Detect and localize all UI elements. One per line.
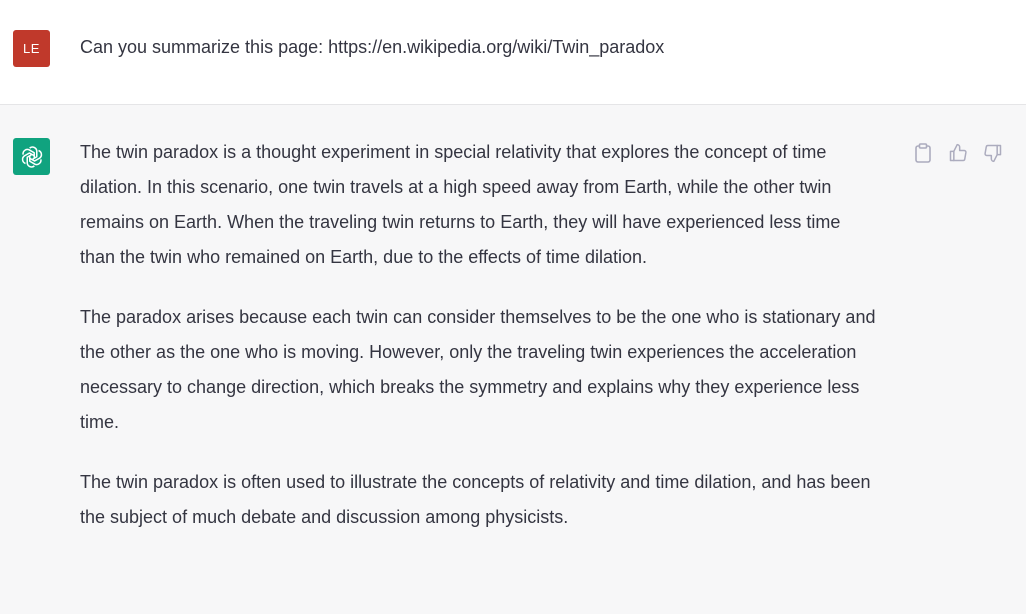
- copy-button[interactable]: [911, 141, 934, 164]
- user-message-row: LE Can you summarize this page: https://…: [0, 0, 1026, 105]
- openai-logo-icon: [13, 138, 50, 175]
- assistant-paragraph: The paradox arises because each twin can…: [80, 307, 876, 432]
- user-avatar: LE: [13, 30, 50, 67]
- message-actions: [911, 141, 1004, 164]
- thumbs-up-icon: [949, 143, 967, 161]
- assistant-paragraph: The twin paradox is a thought experiment…: [80, 142, 841, 267]
- assistant-message-body: The twin paradox is a thought experiment…: [80, 135, 880, 560]
- user-message-text: Can you summarize this page: https://en.…: [80, 37, 665, 57]
- clipboard-icon: [914, 142, 931, 163]
- thumbs-down-button[interactable]: [981, 141, 1004, 164]
- thumbs-up-button[interactable]: [946, 141, 969, 164]
- thumbs-down-icon: [983, 144, 1001, 162]
- assistant-message-row: The twin paradox is a thought experiment…: [0, 105, 1026, 614]
- assistant-paragraph: The twin paradox is often used to illust…: [80, 472, 871, 527]
